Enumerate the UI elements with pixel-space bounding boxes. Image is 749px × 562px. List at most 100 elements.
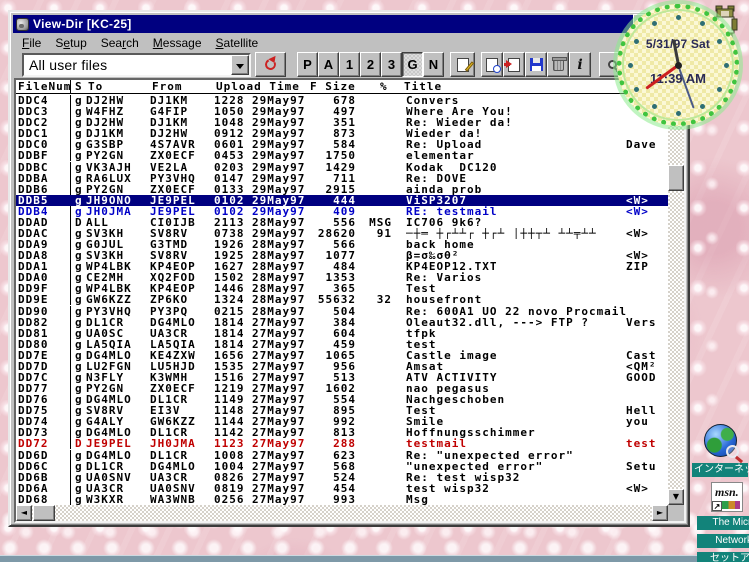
table-row[interactable]: DDBF g PY2GN ZX0ECF 0453 29May97 1750 el…	[16, 150, 668, 161]
filter-button-3[interactable]: 3	[381, 52, 402, 77]
table-row[interactable]: DD6A g UA3CR UA0SNV 0819 27May97 454 tes…	[16, 483, 668, 494]
cell-status: g	[70, 472, 86, 483]
cell-size: 1077	[314, 250, 356, 261]
menu-item-search[interactable]: Search	[94, 35, 146, 51]
table-row[interactable]: DD80 g LA5QIA LA5QIA 1814 27May97 459 te…	[16, 339, 668, 350]
vertical-scroll-thumb[interactable]	[668, 165, 684, 191]
table-row[interactable]: DDA1 g WP4LBK KP4EOP 1627 28May97 484 KP…	[16, 261, 668, 272]
header-percent[interactable]: %	[380, 80, 388, 93]
menu-item-file[interactable]: File	[15, 35, 48, 51]
table-row[interactable]: DDC0 g G3SBP 4S7AVR 0601 29May97 584 Re:…	[16, 139, 668, 150]
table-row[interactable]: DD76 g DG4MLO DL1CR 1149 27May97 554 Nac…	[16, 394, 668, 405]
cell-from: DL1CR	[150, 394, 214, 405]
table-row[interactable]: DD6B g UA0SNV UA3CR 0826 27May97 524 Re:…	[16, 472, 668, 483]
import-button[interactable]	[503, 52, 525, 77]
table-row[interactable]: DDB6 g PY2GN ZX0ECF 0133 29May97 2915 ai…	[16, 184, 668, 195]
menu-item-message[interactable]: Message	[146, 35, 209, 51]
table-row[interactable]: DDB4 g JH0JMA JE9PEL 0102 29May97 409 RE…	[16, 206, 668, 217]
filter-button-n[interactable]: N	[423, 52, 444, 77]
table-row[interactable]: DD6C g DL1CR DG4MLO 1004 27May97 568 "un…	[16, 461, 668, 472]
table-row[interactable]: DD72 D JE9PEL JH0JMA 1123 27May97 288 te…	[16, 438, 668, 449]
table-row[interactable]: DDAC g SV3KH SV8RV 0738 29May97 28620 91…	[16, 228, 668, 239]
cell-status: g	[70, 306, 86, 317]
header-to[interactable]: To	[88, 80, 103, 93]
table-row[interactable]: DD9F g WP4LBK KP4EOP 1446 28May97 365 Te…	[16, 283, 668, 294]
cell-status: g	[70, 339, 86, 350]
desktop-icon-internet[interactable]: インターネット	[692, 424, 748, 477]
filter-button-p[interactable]: P	[297, 52, 318, 77]
cell-filenum: DD80	[16, 339, 70, 350]
cell-from: GW6KZZ	[150, 416, 214, 427]
clock-widget[interactable]: 5/31/97 Sat 11:39 AM	[617, 4, 739, 126]
table-row[interactable]: DD7E g DG4MLO KE4ZXW 1656 27May97 1065 C…	[16, 350, 668, 361]
header-filenum[interactable]: FileNum	[18, 80, 71, 93]
table-row[interactable]: DD7D g LU2FGN LU5HJD 1535 27May97 956 Am…	[16, 361, 668, 372]
table-row[interactable]: DD90 g PY3VHQ PY3PQ 0215 28May97 504 Re:…	[16, 305, 668, 316]
cell-size: 504	[314, 306, 356, 317]
table-row[interactable]: DD6D g DG4MLO DL1CR 1008 27May97 623 Re:…	[16, 450, 668, 461]
cell-size: 524	[314, 472, 356, 483]
scroll-left-button[interactable]: ◄	[16, 505, 32, 521]
cell-filenum: DDC2	[16, 117, 70, 128]
info-button[interactable]: i	[569, 52, 591, 77]
save-button[interactable]	[525, 52, 547, 77]
scroll-down-button[interactable]: ▼	[668, 489, 684, 505]
cell-size: 993	[314, 494, 356, 505]
horizontal-scrollbar[interactable]: ◄ ►	[16, 505, 668, 521]
header-upload-time[interactable]: Upload Time	[216, 80, 300, 93]
table-row[interactable]: DDA9 g G0JUL G3TMD 1926 28May97 566 back…	[16, 239, 668, 250]
header-title[interactable]: Title	[404, 80, 442, 93]
table-row[interactable]: DD7C g N3FLY K3WMH 1516 27May97 513 ATV …	[16, 372, 668, 383]
table-row[interactable]: DD73 g DG4MLO DL1CR 1142 27May97 813 Hof…	[16, 427, 668, 438]
table-row[interactable]: DD81 g UA0SC UA3CR 1814 27May97 604 tfpk	[16, 328, 668, 339]
desktop-icon-msn-setup[interactable]: msn. ↗ The Microso Network の セットアップ	[697, 482, 749, 562]
cell-filenum: DDA9	[16, 239, 70, 250]
cell-size: 556	[314, 217, 356, 228]
schedule-button[interactable]	[481, 52, 503, 77]
table-row[interactable]: DDAD D ALL CI0IJB 2113 28May97 556 MSG I…	[16, 217, 668, 228]
table-row[interactable]: DDB5 g JH9ONO JE9PEL 0102 29May97 444 Vi…	[16, 195, 668, 206]
horizontal-scroll-thumb[interactable]	[33, 505, 55, 521]
table-row[interactable]: DDA0 g CE2MH XQ2FOD 1502 28May97 1353 Re…	[16, 272, 668, 283]
header-s[interactable]: S	[75, 80, 83, 93]
table-row[interactable]: DDBA g RA6LUX PY3VHQ 0147 29May97 711 Re…	[16, 173, 668, 184]
table-row[interactable]: DD9E g GW6KZZ ZP6KO 1324 28May97 55632 3…	[16, 294, 668, 305]
menu-item-satellite[interactable]: Satellite	[209, 35, 266, 51]
filter-button-g[interactable]: G	[402, 52, 423, 77]
titlebar[interactable]: View-Dir [KC-25]	[13, 15, 685, 33]
table-row[interactable]: DDC1 g DJ1KM DJ2HW 0912 29May97 873 Wied…	[16, 128, 668, 139]
table-row[interactable]: DDBC g VK3AJH VE2LA 0203 29May97 1429 Ko…	[16, 161, 668, 172]
delete-button[interactable]	[547, 52, 569, 77]
header-f-size[interactable]: F Size	[310, 80, 356, 93]
table-row[interactable]: DD74 g G4ALY GW6KZZ 1144 27May97 992 Smi…	[16, 416, 668, 427]
cell-to: G3SBP	[86, 139, 150, 150]
cell-from: JH0JMA	[150, 438, 214, 449]
table-row[interactable]: DD68 g W3KXR WA3WNB 0256 27May97 993 Msg	[16, 494, 668, 505]
cell-size: 497	[314, 106, 356, 117]
table-row[interactable]: DD77 g PY2GN ZX0ECF 1219 27May97 1602 na…	[16, 383, 668, 394]
table-row[interactable]: DDA8 g SV3KH SV8RV 1925 28May97 1077 β=σ…	[16, 250, 668, 261]
taskbar-edge[interactable]	[0, 555, 749, 562]
filter-button-a[interactable]: A	[318, 52, 339, 77]
vertical-scrollbar[interactable]: ▲ ▼	[668, 95, 684, 505]
cell-to: LA5QIA	[86, 339, 150, 350]
combo-dropdown-button[interactable]	[231, 55, 249, 75]
table-row[interactable]: DD82 g DL1CR DG4MLO 1814 27May97 384 Ole…	[16, 317, 668, 328]
cell-filenum: DDC3	[16, 106, 70, 117]
header-from[interactable]: From	[152, 80, 183, 93]
new-message-button[interactable]	[450, 52, 475, 77]
refresh-button[interactable]	[255, 52, 286, 77]
table-row[interactable]: DDC3 g W4FHZ G4FIP 1050 29May97 497 Wher…	[16, 106, 668, 117]
scroll-right-button[interactable]: ►	[652, 505, 668, 521]
menu-item-setup[interactable]: Setup	[48, 35, 93, 51]
file-filter-combo[interactable]: All user files	[22, 53, 251, 77]
magnifier-icon	[726, 445, 739, 458]
table-row[interactable]: DD75 g SV8RV EI3V 1148 27May97 895 Test …	[16, 405, 668, 416]
table-row[interactable]: DDC4 g DJ2HW DJ1KM 1228 29May97 678 Conv…	[16, 95, 668, 106]
cell-size: 1429	[314, 162, 356, 173]
filter-button-1[interactable]: 1	[339, 52, 360, 77]
filter-button-2[interactable]: 2	[360, 52, 381, 77]
app-icon[interactable]	[16, 18, 29, 31]
cell-from: ZX0ECF	[150, 150, 214, 161]
table-row[interactable]: DDC2 g DJ2HW DJ1KM 1048 29May97 351 Re: …	[16, 117, 668, 128]
